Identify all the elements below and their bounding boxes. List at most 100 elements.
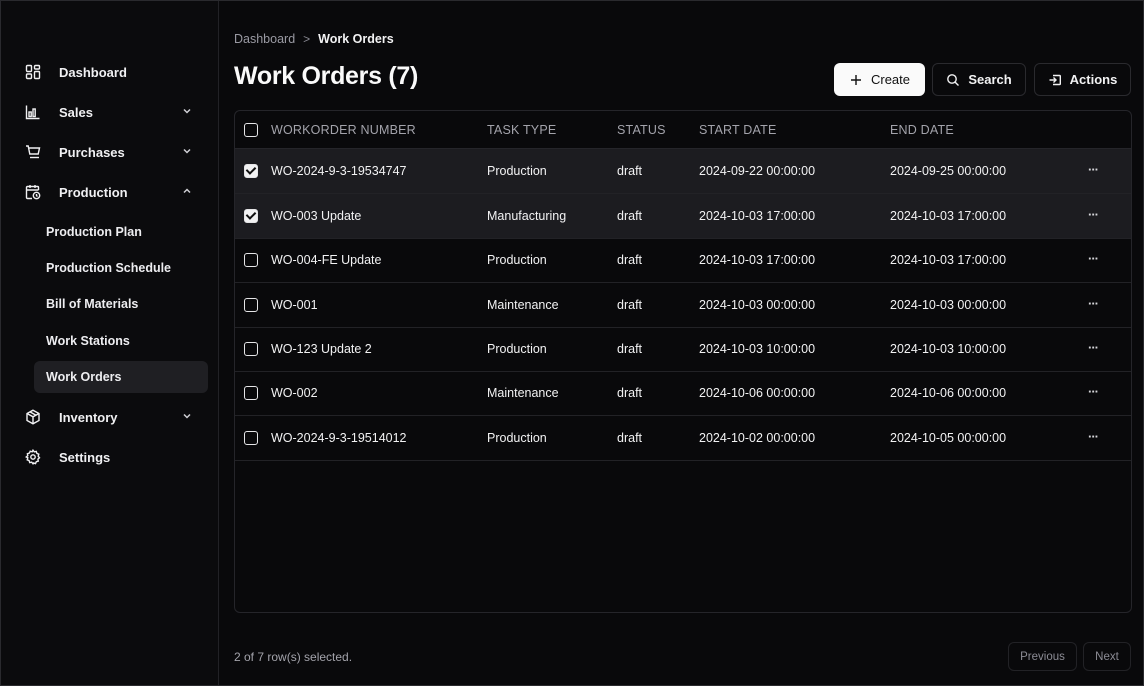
start-date-cell: 2024-10-06 00:00:00: [699, 386, 816, 400]
sidebar-item-label: Sales: [59, 104, 93, 120]
search-button-label: Search: [968, 72, 1012, 87]
end-date-cell: 2024-10-03 17:00:00: [890, 209, 1007, 223]
row-menu-icon[interactable]: ···: [1088, 207, 1099, 222]
task-type-cell: Maintenance: [487, 386, 559, 400]
selection-status: 2 of 7 row(s) selected.: [234, 650, 353, 664]
breadcrumb-separator: >: [303, 32, 311, 46]
row-checkbox[interactable]: [244, 342, 258, 356]
workorder-number-cell: WO-123 Update 2: [271, 342, 372, 356]
task-type-cell: Manufacturing: [487, 209, 567, 223]
table-row[interactable]: WO-001 Maintenance draft 2024-10-03 00:0…: [235, 283, 1131, 328]
table-row[interactable]: WO-2024-9-3-19534747 Production draft 20…: [235, 149, 1131, 194]
table-row[interactable]: WO-004-FE Update Production draft 2024-1…: [235, 238, 1131, 283]
previous-page-button[interactable]: Previous: [1008, 642, 1077, 671]
status-cell: draft: [617, 386, 643, 400]
table-row[interactable]: WO-123 Update 2 Production draft 2024-10…: [235, 327, 1131, 372]
workorder-number-cell: WO-002: [271, 386, 318, 400]
box-icon: [25, 409, 47, 425]
row-checkbox[interactable]: [244, 431, 258, 445]
breadcrumb-current: Work Orders: [318, 32, 394, 46]
row-menu-icon[interactable]: ···: [1088, 296, 1099, 311]
create-button[interactable]: Create: [834, 63, 925, 96]
cart-icon: [25, 144, 47, 160]
task-type-cell: Production: [487, 342, 547, 356]
sidebar: Dashboard Sales Purchases Production Pro…: [1, 1, 219, 685]
work-orders-table: WORKORDER NUMBER TASK TYPE STATUS START …: [234, 110, 1132, 613]
sidebar-item-bill-of-materials[interactable]: Bill of Materials: [34, 288, 208, 320]
sidebar-item-label: Production: [59, 184, 128, 200]
column-header-task-type[interactable]: TASK TYPE: [487, 123, 556, 137]
column-header-workorder-number[interactable]: WORKORDER NUMBER: [271, 123, 416, 137]
sidebar-item-production[interactable]: Production: [25, 176, 207, 208]
end-date-cell: 2024-10-06 00:00:00: [890, 386, 1007, 400]
status-cell: draft: [617, 431, 643, 445]
row-checkbox[interactable]: [244, 386, 258, 400]
row-checkbox[interactable]: [244, 209, 258, 223]
start-date-cell: 2024-10-03 17:00:00: [699, 253, 816, 267]
row-checkbox[interactable]: [244, 298, 258, 312]
sidebar-item-work-orders[interactable]: Work Orders: [34, 361, 208, 393]
status-cell: draft: [617, 164, 643, 178]
breadcrumb-root[interactable]: Dashboard: [234, 32, 295, 46]
row-menu-icon[interactable]: ···: [1088, 429, 1099, 444]
column-header-status[interactable]: STATUS: [617, 123, 666, 137]
table-row[interactable]: WO-002 Maintenance draft 2024-10-06 00:0…: [235, 371, 1131, 416]
sidebar-item-work-stations[interactable]: Work Stations: [34, 325, 208, 357]
chevron-down-icon[interactable]: [181, 145, 193, 157]
column-header-end-date[interactable]: END DATE: [890, 123, 954, 137]
row-menu-icon[interactable]: ···: [1088, 384, 1099, 399]
column-header-start-date[interactable]: START DATE: [699, 123, 776, 137]
page-title: Work Orders (7): [234, 62, 418, 90]
table-row[interactable]: WO-2024-9-3-19514012 Production draft 20…: [235, 416, 1131, 461]
sidebar-item-label: Settings: [59, 449, 111, 465]
next-page-button[interactable]: Next: [1083, 642, 1131, 671]
search-button[interactable]: Search: [932, 63, 1026, 96]
end-date-cell: 2024-10-05 00:00:00: [890, 431, 1007, 445]
actions-button[interactable]: Actions: [1034, 63, 1131, 96]
chevron-down-icon[interactable]: [181, 105, 193, 117]
sidebar-item-purchases[interactable]: Purchases: [25, 136, 207, 168]
app-window: Dashboard Sales Purchases Production Pro…: [0, 0, 1144, 686]
select-all-checkbox[interactable]: [244, 123, 258, 137]
start-date-cell: 2024-10-03 10:00:00: [699, 342, 816, 356]
sidebar-item-label: Inventory: [59, 409, 118, 425]
start-date-cell: 2024-10-03 17:00:00: [699, 209, 816, 223]
start-date-cell: 2024-09-22 00:00:00: [699, 164, 816, 178]
sidebar-item-production-plan[interactable]: Production Plan: [34, 216, 208, 248]
table-header: WORKORDER NUMBER TASK TYPE STATUS START …: [235, 111, 1131, 149]
sidebar-item-dashboard[interactable]: Dashboard: [25, 56, 207, 88]
status-cell: draft: [617, 298, 643, 312]
start-date-cell: 2024-10-03 00:00:00: [699, 298, 816, 312]
status-cell: draft: [617, 253, 643, 267]
plus-icon: [850, 74, 861, 85]
sidebar-item-settings[interactable]: Settings: [25, 441, 207, 473]
bar-chart-icon: [25, 104, 47, 120]
row-menu-icon[interactable]: ···: [1088, 251, 1099, 266]
status-cell: draft: [617, 342, 643, 356]
search-icon: [947, 73, 960, 86]
sidebar-item-label: Dashboard: [59, 64, 127, 80]
sidebar-item-sales[interactable]: Sales: [25, 96, 207, 128]
breadcrumb: Dashboard > Work Orders: [234, 32, 394, 46]
sidebar-item-production-schedule[interactable]: Production Schedule: [34, 252, 208, 284]
workorder-number-cell: WO-003 Update: [271, 209, 362, 223]
end-date-cell: 2024-10-03 17:00:00: [890, 253, 1007, 267]
workorder-number-cell: WO-001: [271, 298, 318, 312]
sidebar-item-inventory[interactable]: Inventory: [25, 401, 207, 433]
workorder-number-cell: WO-2024-9-3-19534747: [271, 164, 407, 178]
chevron-up-icon[interactable]: [181, 185, 193, 197]
actions-icon: [1049, 74, 1061, 85]
create-button-label: Create: [870, 72, 911, 87]
task-type-cell: Maintenance: [487, 298, 559, 312]
row-menu-icon[interactable]: ···: [1088, 340, 1099, 355]
row-checkbox[interactable]: [244, 164, 258, 178]
chevron-down-icon[interactable]: [181, 410, 193, 422]
sidebar-item-label: Purchases: [59, 144, 125, 160]
task-type-cell: Production: [487, 253, 547, 267]
row-checkbox[interactable]: [244, 253, 258, 267]
actions-button-label: Actions: [1069, 72, 1118, 87]
gear-icon: [25, 449, 47, 465]
calendar-clock-icon: [25, 184, 47, 200]
table-row[interactable]: WO-003 Update Manufacturing draft 2024-1…: [235, 194, 1131, 239]
row-menu-icon[interactable]: ···: [1088, 162, 1099, 177]
